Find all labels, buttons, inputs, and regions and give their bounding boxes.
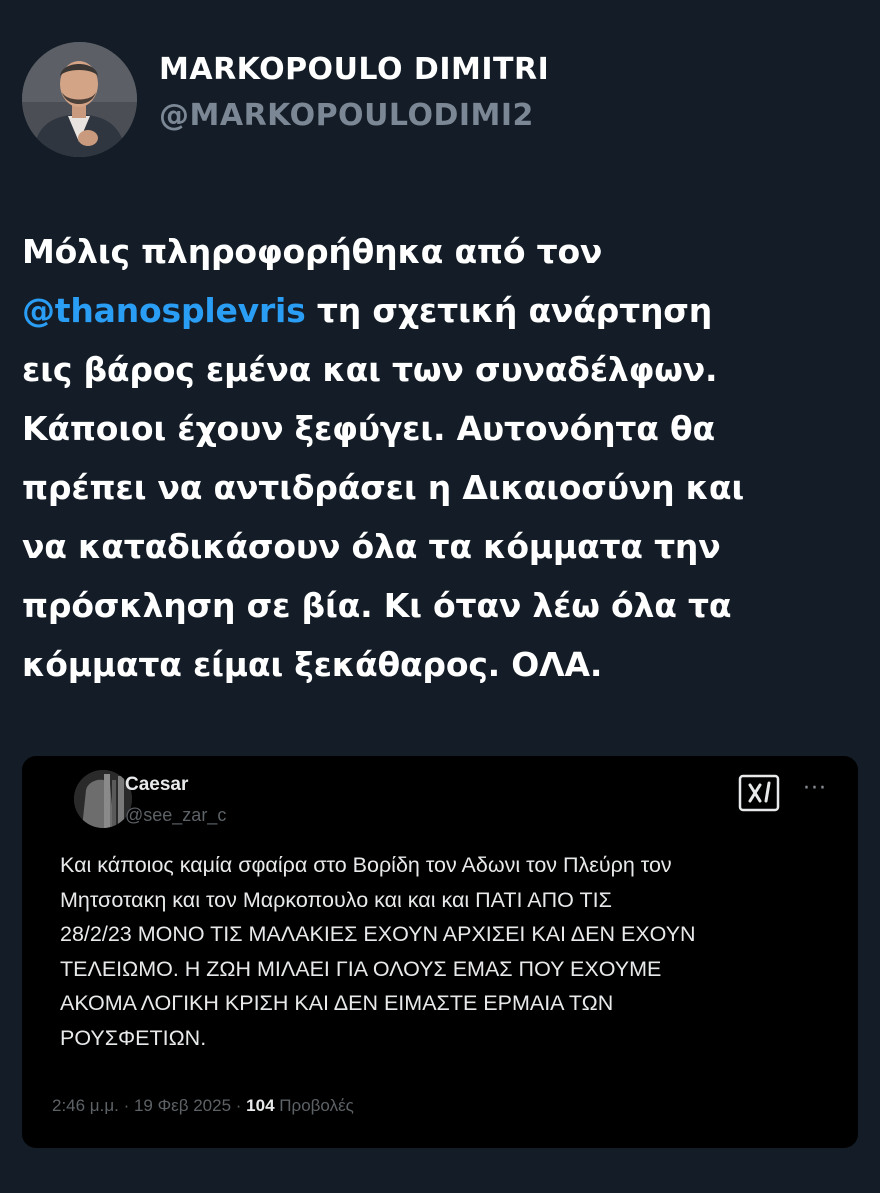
post-line: Μόλις πληροφορήθηκα από τον: [22, 232, 603, 271]
post-line: εις βάρος εμένα και των συναδέλφων.: [22, 350, 718, 389]
post-line: πρέπει να αντιδράσει η Δικαιοσύνη και: [22, 468, 745, 507]
post-line-text: τη σχετική ανάρτηση: [305, 291, 713, 330]
more-options-icon[interactable]: ···: [803, 774, 827, 804]
quoted-post-text: Και κάποιος καμία σφαίρα στο Βορίδη τον …: [60, 848, 850, 1055]
quoted-line: ΡΟΥΣΦΕΤΙΩΝ.: [60, 1025, 207, 1050]
author-handle[interactable]: @MARKOPOULODIMI2: [159, 96, 549, 136]
quoted-line: ΤΕΛΕΙΩΜΟ. Η ΖΩΗ ΜΙΛΑΕΙ ΓΙΑ ΟΛΟΥΣ ΕΜΑΣ ΠΟ…: [60, 956, 662, 981]
post-line: να καταδικάσουν όλα τα κόμματα την: [22, 527, 721, 566]
post-line: πρόσκληση σε βία. Κι όταν λέω όλα τα: [22, 586, 732, 625]
post-line: κόμματα είμαι ξεκάθαρος. ΟΛΑ.: [22, 645, 603, 684]
post-line: Κάποιοι έχουν ξεφύγει. Αυτονόητα θα: [22, 409, 715, 448]
grok-icon[interactable]: [738, 774, 780, 812]
author-display-name[interactable]: MARKOPOULO DIMITRI: [159, 50, 549, 90]
quoted-author-avatar[interactable]: [74, 770, 132, 828]
quoted-post-meta: 2:46 μ.μ. · 19 Φεβ 2025 · 104 Προβολές: [52, 1096, 354, 1116]
quoted-handle[interactable]: @see_zar_c: [125, 805, 226, 826]
author-name-block: MARKOPOULO DIMITRI @MARKOPOULODIMI2: [159, 50, 549, 136]
views-label: Προβολές: [274, 1096, 354, 1115]
quoted-avatar-image: [74, 770, 132, 828]
quoted-line: Μητσοτακη και τον Μαρκοπουλο και και και…: [60, 887, 612, 912]
quoted-post[interactable]: Caesar @see_zar_c ··· Και κάποιος καμία …: [22, 756, 858, 1148]
tweet-header: MARKOPOULO DIMITRI @MARKOPOULODIMI2: [22, 42, 842, 162]
author-avatar-image: [22, 42, 137, 157]
views-count: 104: [246, 1096, 275, 1115]
quoted-line: 28/2/23 ΜΟΝΟ ΤΙΣ ΜΑΛΑΚΙΕΣ ΕΧΟΥΝ ΑΡΧΙΣΕΙ …: [60, 922, 696, 946]
post-text: Μόλις πληροφορήθηκα από τον @thanosplevr…: [22, 222, 862, 694]
quoted-display-name[interactable]: Caesar: [125, 774, 188, 796]
author-avatar[interactable]: [22, 42, 137, 157]
post-line-with-mention: @thanosplevris τη σχετική ανάρτηση: [22, 281, 862, 340]
quoted-line: ΑΚΟΜΑ ΛΟΓΙΚΗ ΚΡΙΣΗ ΚΑΙ ΔΕΝ ΕΙΜΑΣΤΕ ΕΡΜΑΙ…: [60, 991, 614, 1015]
quoted-timestamp[interactable]: 2:46 μ.μ. · 19 Φεβ 2025 ·: [52, 1096, 246, 1115]
mention-link[interactable]: @thanosplevris: [22, 291, 306, 330]
quoted-line: Και κάποιος καμία σφαίρα στο Βορίδη τον …: [60, 853, 672, 877]
